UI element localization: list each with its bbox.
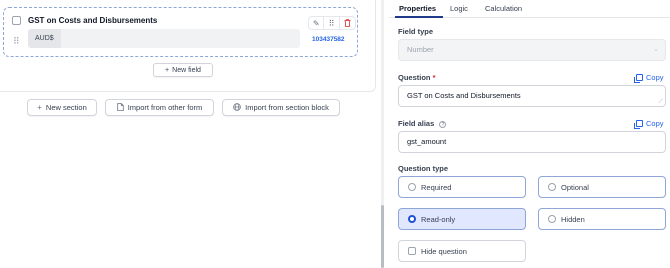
field-alias-label-text: Field alias — [398, 119, 435, 128]
radio-icon — [408, 183, 416, 191]
import-block-label: Import from section block — [245, 103, 329, 112]
field-alias-value: gst_amount — [407, 137, 447, 146]
radio-selected-icon — [408, 215, 416, 223]
question-textarea[interactable]: GST on Costs and Disbursements ⟋ — [398, 85, 666, 107]
new-section-button[interactable]: + New section — [27, 99, 97, 116]
question-type-label: Question type — [398, 164, 449, 173]
question-label-text: Question — [398, 73, 431, 82]
hide-question-checkbox[interactable]: Hide question — [398, 240, 526, 262]
radio-icon — [548, 215, 556, 223]
option-hidden[interactable]: Hidden — [538, 208, 666, 230]
field-type-label: Field type — [398, 27, 434, 36]
panel-tabs: Properties Logic Calculation — [389, 0, 670, 18]
new-field-button[interactable]: + New field — [153, 63, 213, 77]
question-value: GST on Costs and Disbursements — [407, 91, 521, 100]
field-select-checkbox[interactable] — [12, 16, 21, 25]
option-required-label: Required — [421, 182, 452, 192]
required-star: * — [432, 73, 436, 82]
option-required[interactable]: Required — [398, 176, 526, 198]
field-title: GST on Costs and Disbursements — [28, 16, 158, 25]
field-card[interactable]: GST on Costs and Disbursements ⠿ AUD$ ✎ … — [3, 7, 358, 57]
pencil-icon[interactable]: ✎ — [309, 17, 325, 29]
import-section-block-button[interactable]: Import from section block — [222, 99, 340, 116]
field-alias-input[interactable]: gst_amount — [398, 131, 666, 153]
radio-icon — [548, 183, 556, 191]
plus-icon: + — [37, 103, 42, 112]
help-icon[interactable]: ? — [439, 120, 447, 128]
currency-prefix: AUD$ — [28, 29, 61, 48]
scrollbar-thumb[interactable] — [381, 205, 384, 268]
option-read-only[interactable]: Read-only — [398, 208, 526, 230]
active-tab-indicator — [395, 16, 443, 18]
tab-logic[interactable]: Logic — [450, 4, 468, 13]
field-type-value: Number — [407, 45, 434, 54]
field-id-link[interactable]: 103437582 — [312, 36, 345, 43]
copy-alias-button[interactable]: Copy — [634, 119, 664, 129]
new-field-label: New field — [172, 66, 201, 74]
trash-icon[interactable] — [340, 17, 355, 29]
globe-icon — [233, 102, 241, 113]
form-builder-canvas: GST on Costs and Disbursements ⠿ AUD$ ✎ … — [0, 0, 383, 268]
option-optional-label: Optional — [561, 182, 589, 192]
drag-handle-icon[interactable]: ⠿ — [13, 36, 20, 47]
checkbox-icon — [408, 247, 416, 255]
document-icon — [116, 102, 124, 113]
option-hidden-label: Hidden — [561, 214, 585, 224]
copy-icon — [634, 120, 643, 129]
copy-label: Copy — [646, 119, 664, 128]
resize-handle-icon[interactable]: ⟋ — [659, 99, 663, 105]
field-preview-input: AUD$ — [28, 29, 300, 48]
copy-icon — [634, 74, 643, 83]
import-form-label: Import from other form — [127, 103, 203, 112]
field-toolbar: ✎ ⠿ — [308, 16, 356, 30]
field-alias-label: Field alias ? — [398, 119, 447, 128]
plus-icon: + — [165, 66, 170, 74]
new-section-label: New section — [45, 103, 87, 112]
field-type-select[interactable]: Number ⌄ — [398, 39, 666, 61]
properties-panel: Properties Logic Calculation Field type … — [389, 0, 670, 268]
copy-question-button[interactable]: Copy — [634, 73, 664, 83]
tab-properties[interactable]: Properties — [399, 4, 436, 13]
tab-calculation[interactable]: Calculation — [485, 4, 522, 13]
grid-icon[interactable]: ⠿ — [324, 17, 340, 29]
option-optional[interactable]: Optional — [538, 176, 666, 198]
option-read-only-label: Read-only — [421, 214, 456, 224]
hide-question-label: Hide question — [421, 246, 467, 256]
copy-label: Copy — [646, 73, 664, 82]
import-from-form-button[interactable]: Import from other form — [105, 99, 214, 116]
question-label: Question * — [398, 73, 436, 82]
chevron-down-icon: ⌄ — [653, 46, 659, 53]
